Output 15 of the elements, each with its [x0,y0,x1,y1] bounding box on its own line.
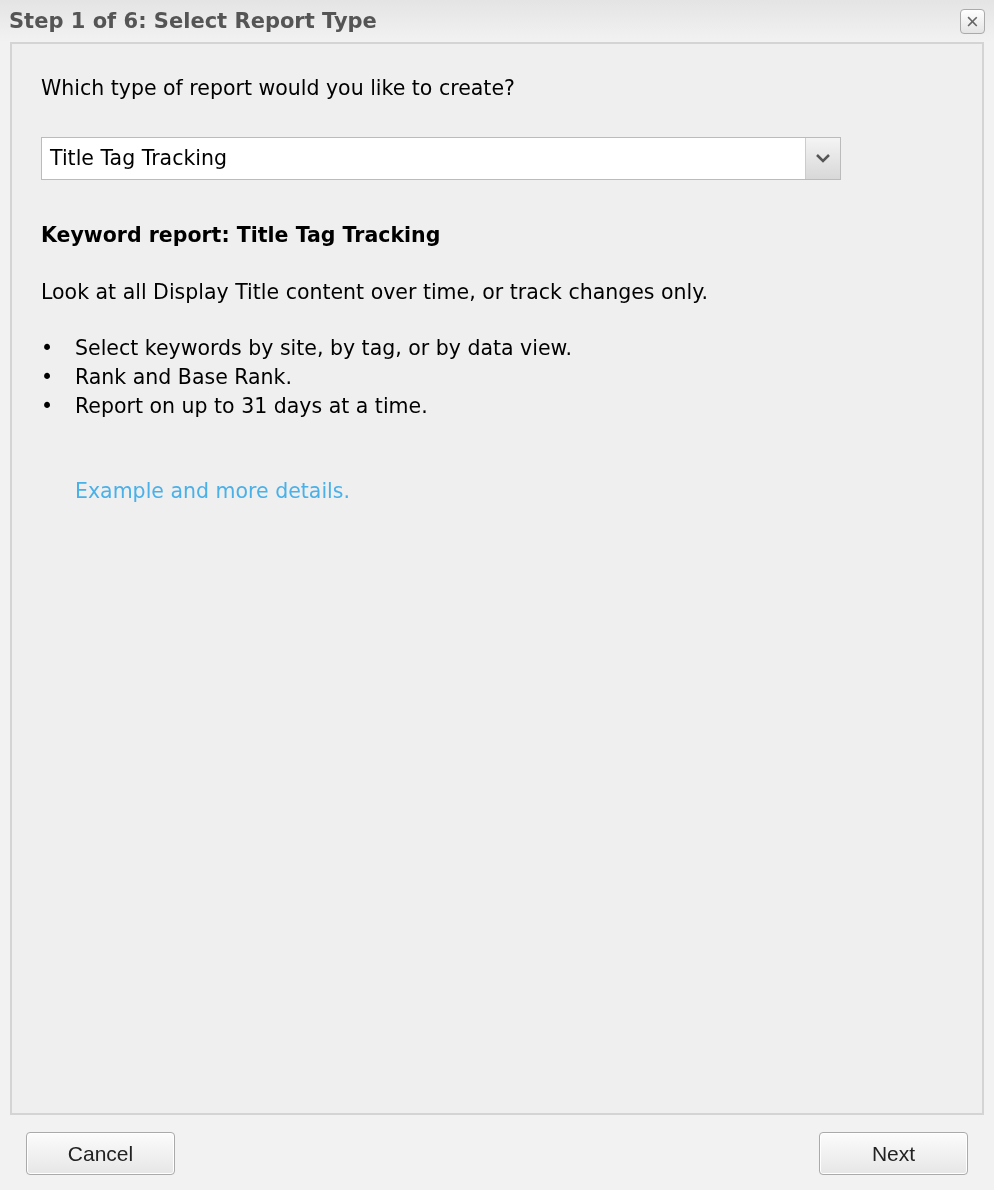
report-summary: Look at all Display Title content over time, or track changes only. [41,280,709,304]
bullet-mark: • [41,394,54,418]
question-text: Which type of report would you like to create? [41,76,516,100]
next-button[interactable]: Next [819,1132,968,1175]
report-type-dropdown[interactable]: Title Tag Tracking [41,137,841,180]
feature-item: Rank and Base Rank. [75,364,292,391]
feature-item: Report on up to 31 days at a time. [75,393,428,420]
feature-item: Select keywords by site, by tag, or by data view. [75,335,572,362]
bullet-mark: • [41,336,54,360]
report-heading: Keyword report: Title Tag Tracking [41,223,442,247]
window-title: Step 1 of 6: Select Report Type [9,9,377,33]
chevron-down-icon [816,154,830,163]
cancel-button[interactable]: Cancel [26,1132,175,1175]
close-button[interactable]: × [960,8,985,34]
bullet-mark: • [41,365,54,389]
